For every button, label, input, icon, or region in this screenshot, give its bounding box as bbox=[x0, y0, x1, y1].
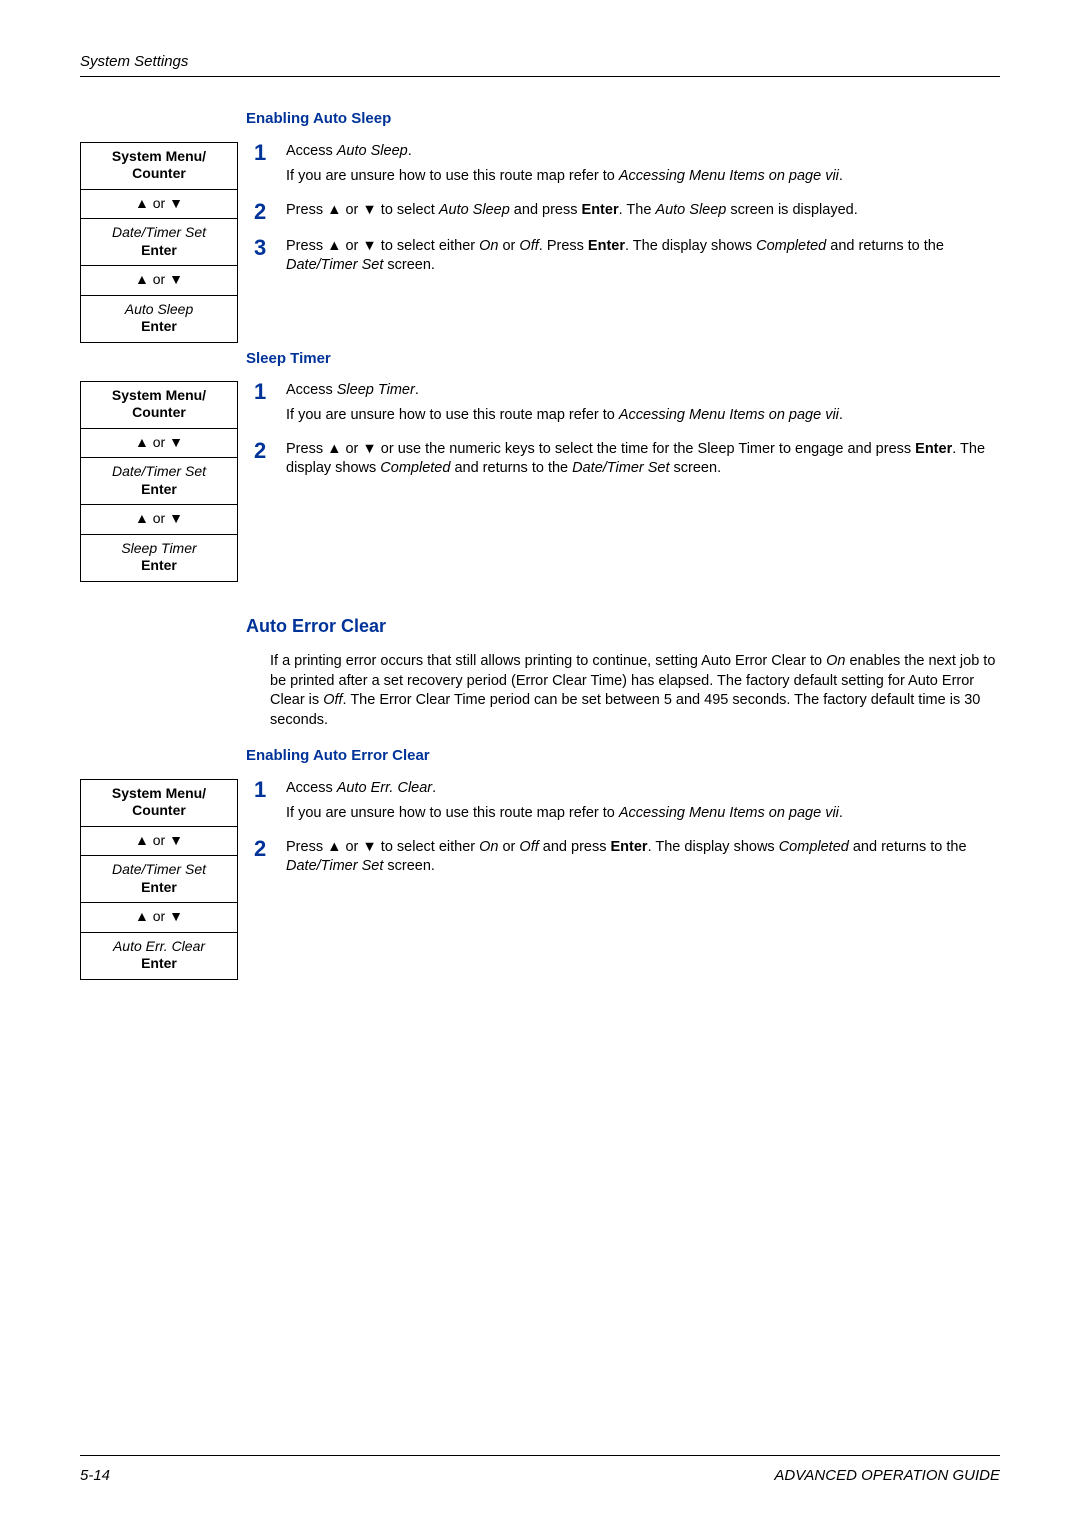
book-title: ADVANCED OPERATION GUIDE bbox=[774, 1466, 1000, 1486]
enabling-auto-error-clear-block: System Menu/Counter ▲ or ▼ Date/Timer Se… bbox=[80, 779, 1000, 980]
route-text: Date/Timer Set bbox=[112, 463, 206, 479]
steps-sleep-timer: 1 Access Sleep Timer.If you are unsure ho… bbox=[254, 381, 1000, 493]
route-text: Enter bbox=[141, 955, 177, 971]
running-header: System Settings bbox=[80, 52, 1000, 72]
route-text: Enter bbox=[141, 557, 177, 573]
section-title-sleep-timer: Sleep Timer bbox=[246, 349, 1000, 369]
step-number: 2 bbox=[254, 838, 272, 877]
route-text: ▲ or ▼ bbox=[81, 826, 237, 856]
auto-error-clear-intro: If a printing error occurs that still al… bbox=[270, 652, 1000, 730]
step-number: 1 bbox=[254, 142, 272, 187]
step-number: 2 bbox=[254, 440, 272, 479]
route-text: Enter bbox=[141, 318, 177, 334]
route-text: System Menu/ bbox=[112, 148, 206, 164]
step-number: 1 bbox=[254, 779, 272, 824]
route-text: ▲ or ▼ bbox=[81, 902, 237, 932]
route-text: ▲ or ▼ bbox=[81, 428, 237, 458]
steps-auto-sleep: 1 Access Auto Sleep.If you are unsure how… bbox=[254, 142, 1000, 290]
step: 1 Access Sleep Timer.If you are unsure ho… bbox=[254, 381, 1000, 426]
route-text: Auto Sleep bbox=[125, 301, 194, 317]
route-map-auto-err-clear: System Menu/Counter ▲ or ▼ Date/Timer Se… bbox=[80, 779, 238, 980]
section-title-enabling-auto-sleep: Enabling Auto Sleep bbox=[246, 109, 1000, 129]
step-number: 2 bbox=[254, 201, 272, 223]
section-title-enabling-auto-error-clear: Enabling Auto Error Clear bbox=[246, 746, 1000, 766]
footer: 5-14 ADVANCED OPERATION GUIDE bbox=[80, 1455, 1000, 1486]
route-text: System Menu/ bbox=[112, 387, 206, 403]
step-body: Press ▲ or ▼ to select either On or Off … bbox=[286, 838, 1000, 877]
step: 1 Access Auto Err. Clear.If you are unsur… bbox=[254, 779, 1000, 824]
step-body: Access Auto Err. Clear.If you are unsure… bbox=[286, 779, 1000, 824]
route-text: Counter bbox=[132, 165, 186, 181]
route-text: Auto Err. Clear bbox=[113, 938, 205, 954]
step: 1 Access Auto Sleep.If you are unsure how… bbox=[254, 142, 1000, 187]
footer-rule bbox=[80, 1455, 1000, 1456]
step: 2 Press ▲ or ▼ or use the numeric keys to… bbox=[254, 440, 1000, 479]
route-map-auto-sleep: System Menu/Counter ▲ or ▼ Date/Timer Se… bbox=[80, 142, 238, 343]
step-number: 3 bbox=[254, 237, 272, 276]
route-text: Date/Timer Set bbox=[112, 861, 206, 877]
sleep-timer-block: System Menu/Counter ▲ or ▼ Date/Timer Se… bbox=[80, 381, 1000, 582]
route-text: Sleep Timer bbox=[121, 540, 196, 556]
route-map-sleep-timer: System Menu/Counter ▲ or ▼ Date/Timer Se… bbox=[80, 381, 238, 582]
route-text: ▲ or ▼ bbox=[81, 189, 237, 219]
route-text: Enter bbox=[141, 879, 177, 895]
steps-auto-err-clear: 1 Access Auto Err. Clear.If you are unsur… bbox=[254, 779, 1000, 891]
step-body: Press ▲ or ▼ to select Auto Sleep and pr… bbox=[286, 201, 1000, 223]
step: 2 Press ▲ or ▼ to select Auto Sleep and p… bbox=[254, 201, 1000, 223]
header-rule bbox=[80, 76, 1000, 77]
enabling-auto-sleep-block: System Menu/Counter ▲ or ▼ Date/Timer Se… bbox=[80, 142, 1000, 343]
step-body: Access Auto Sleep.If you are unsure how … bbox=[286, 142, 1000, 187]
route-text: Counter bbox=[132, 802, 186, 818]
route-text: Enter bbox=[141, 242, 177, 258]
route-text: System Menu/ bbox=[112, 785, 206, 801]
route-text: ▲ or ▼ bbox=[81, 504, 237, 534]
route-text: Date/Timer Set bbox=[112, 224, 206, 240]
step-body: Access Sleep Timer.If you are unsure how… bbox=[286, 381, 1000, 426]
page-number: 5-14 bbox=[80, 1466, 110, 1486]
step-body: Press ▲ or ▼ to select either On or Off.… bbox=[286, 237, 1000, 276]
route-text: ▲ or ▼ bbox=[81, 265, 237, 295]
step: 3 Press ▲ or ▼ to select either On or Off… bbox=[254, 237, 1000, 276]
route-text: Counter bbox=[132, 404, 186, 420]
step-number: 1 bbox=[254, 381, 272, 426]
route-text: Enter bbox=[141, 481, 177, 497]
step: 2 Press ▲ or ▼ to select either On or Off… bbox=[254, 838, 1000, 877]
step-body: Press ▲ or ▼ or use the numeric keys to … bbox=[286, 440, 1000, 479]
heading-auto-error-clear: Auto Error Clear bbox=[246, 614, 1000, 638]
